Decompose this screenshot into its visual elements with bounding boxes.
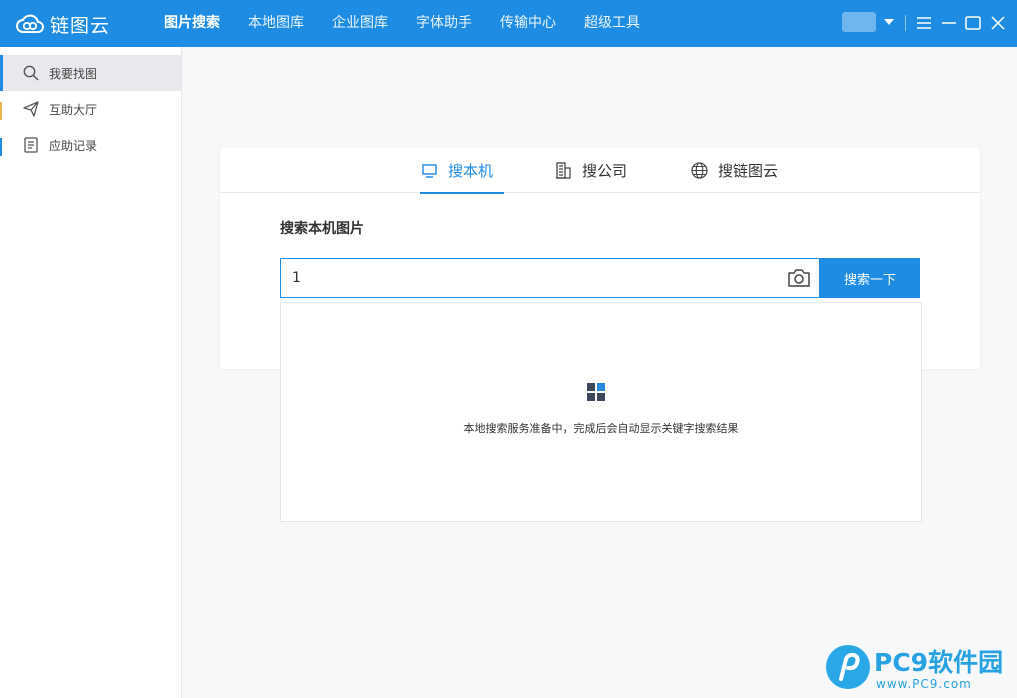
nav-item-image-search[interactable]: 图片搜索 [150,0,234,47]
sidebar-item-find-images[interactable]: 我要找图 [0,55,181,91]
cloud-logo-icon [16,14,44,33]
search-box [280,258,820,298]
search-tabs: 搜本机 搜公司 搜链图云 [220,148,980,194]
sidebar-item-help-records[interactable]: 应助记录 [0,127,181,163]
hamburger-icon [917,17,931,29]
watermark-brand: PC9软件园 [874,648,1004,677]
watermark-logo-icon [826,645,870,689]
edge-marker [0,138,2,156]
tab-search-company[interactable]: 搜公司 [554,148,627,193]
edge-marker [0,102,2,120]
search-icon [23,65,39,81]
watermark: PC9软件园 www.PC9.com [826,643,1016,695]
tab-search-local[interactable]: 搜本机 [420,148,504,194]
caret-down-icon[interactable] [884,19,894,25]
nav-item-transfer-center[interactable]: 传输中心 [486,0,570,47]
sidebar-item-help-hall[interactable]: 互助大厅 [0,91,181,127]
minimize-icon [942,22,956,24]
send-icon [23,101,39,117]
camera-icon[interactable] [786,266,812,290]
search-results-panel: 本地搜索服务准备中，完成后会自动显示关键字搜索结果 [280,302,922,522]
app-logo: 链图云 [14,10,110,38]
nav-item-enterprise-gallery[interactable]: 企业图库 [318,0,402,47]
status-message: 本地搜索服务准备中，完成后会自动显示关键字搜索结果 [463,422,739,435]
globe-icon [691,162,708,179]
loading-grid-icon [587,383,605,401]
monitor-icon [422,164,437,178]
close-button[interactable] [987,12,1009,34]
nav-item-font-assistant[interactable]: 字体助手 [402,0,486,47]
sidebar: 我要找图 互助大厅 应助记录 [0,47,182,698]
tab-search-cloud[interactable]: 搜链图云 [690,148,778,193]
user-avatar[interactable] [842,12,876,32]
search-input[interactable] [281,259,781,297]
app-name: 链图云 [50,14,111,37]
divider [905,15,906,31]
sidebar-item-label: 我要找图 [49,66,98,81]
nav-item-super-tools[interactable]: 超级工具 [570,0,654,47]
watermark-url: www.PC9.com [876,677,972,691]
title-bar: 链图云 图片搜索 本地图库 企业图库 字体助手 传输中心 超级工具 [0,0,1017,47]
document-icon [24,137,38,153]
minimize-button[interactable] [938,12,960,34]
menu-button[interactable] [913,12,935,34]
nav-item-local-gallery[interactable]: 本地图库 [234,0,318,47]
section-title: 搜索本机图片 [280,221,364,237]
tab-label: 搜链图云 [718,162,779,180]
tab-label: 搜本机 [448,162,494,180]
maximize-icon [965,16,981,30]
search-button[interactable]: 搜索一下 [820,258,920,298]
sidebar-item-label: 应助记录 [49,138,98,153]
sidebar-item-label: 互助大厅 [49,102,98,117]
main-nav: 图片搜索 本地图库 企业图库 字体助手 传输中心 超级工具 [150,0,654,47]
building-icon [556,162,571,179]
maximize-button[interactable] [962,12,984,34]
tab-label: 搜公司 [582,162,628,180]
close-icon [991,16,1005,30]
